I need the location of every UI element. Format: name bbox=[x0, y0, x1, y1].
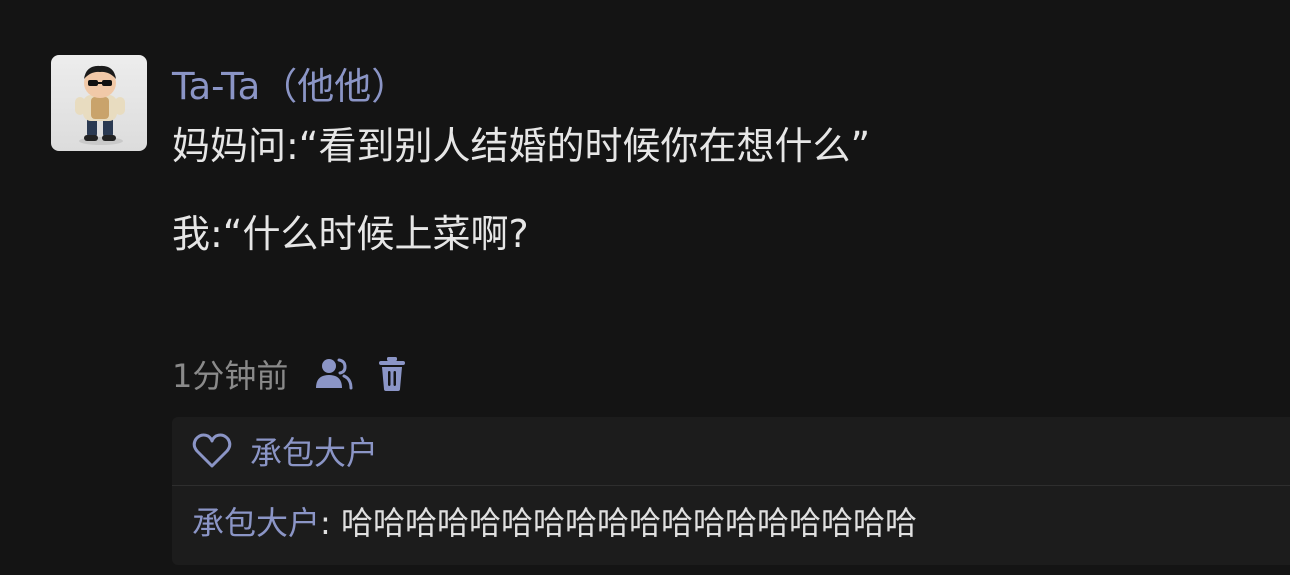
friends-visibility-button[interactable] bbox=[314, 354, 354, 394]
friends-icon bbox=[316, 358, 353, 390]
interaction-panel: 承包大户 承包大户: 哈哈哈哈哈哈哈哈哈哈哈哈哈哈哈哈哈哈 bbox=[172, 417, 1290, 565]
comment-separator: : bbox=[320, 504, 341, 542]
delete-post-button[interactable] bbox=[376, 354, 408, 394]
heart-icon bbox=[192, 433, 232, 468]
trash-icon bbox=[379, 357, 406, 391]
post-timestamp: 1分钟前 bbox=[172, 357, 289, 395]
comment-item[interactable]: 承包大户: 哈哈哈哈哈哈哈哈哈哈哈哈哈哈哈哈哈哈 bbox=[192, 501, 917, 545]
post-content-line: 我:“什么时候上菜啊? bbox=[172, 212, 529, 256]
likes-comments-divider bbox=[172, 485, 1290, 486]
post-content-line: 妈妈问:“看到别人结婚的时候你在想什么” bbox=[172, 124, 871, 168]
moments-post: Ta-Ta（他他） 妈妈问:“看到别人结婚的时候你在想什么” 我:“什么时候上菜… bbox=[0, 0, 1290, 575]
post-content: 妈妈问:“看到别人结婚的时候你在想什么” 我:“什么时候上菜啊? bbox=[172, 124, 1252, 256]
post-meta: 1分钟前 bbox=[172, 352, 408, 396]
liker-name[interactable]: 承包大户 bbox=[250, 428, 378, 474]
likes-row: 承包大户 bbox=[172, 417, 1290, 485]
avatar-figurine-image bbox=[75, 65, 125, 145]
post-content-blank-line bbox=[172, 168, 1252, 212]
comment-text: 哈哈哈哈哈哈哈哈哈哈哈哈哈哈哈哈哈哈 bbox=[340, 504, 917, 542]
avatar[interactable] bbox=[51, 55, 147, 151]
post-author-name[interactable]: Ta-Ta（他他） bbox=[172, 64, 408, 110]
comment-author[interactable]: 承包大户 bbox=[192, 504, 320, 542]
